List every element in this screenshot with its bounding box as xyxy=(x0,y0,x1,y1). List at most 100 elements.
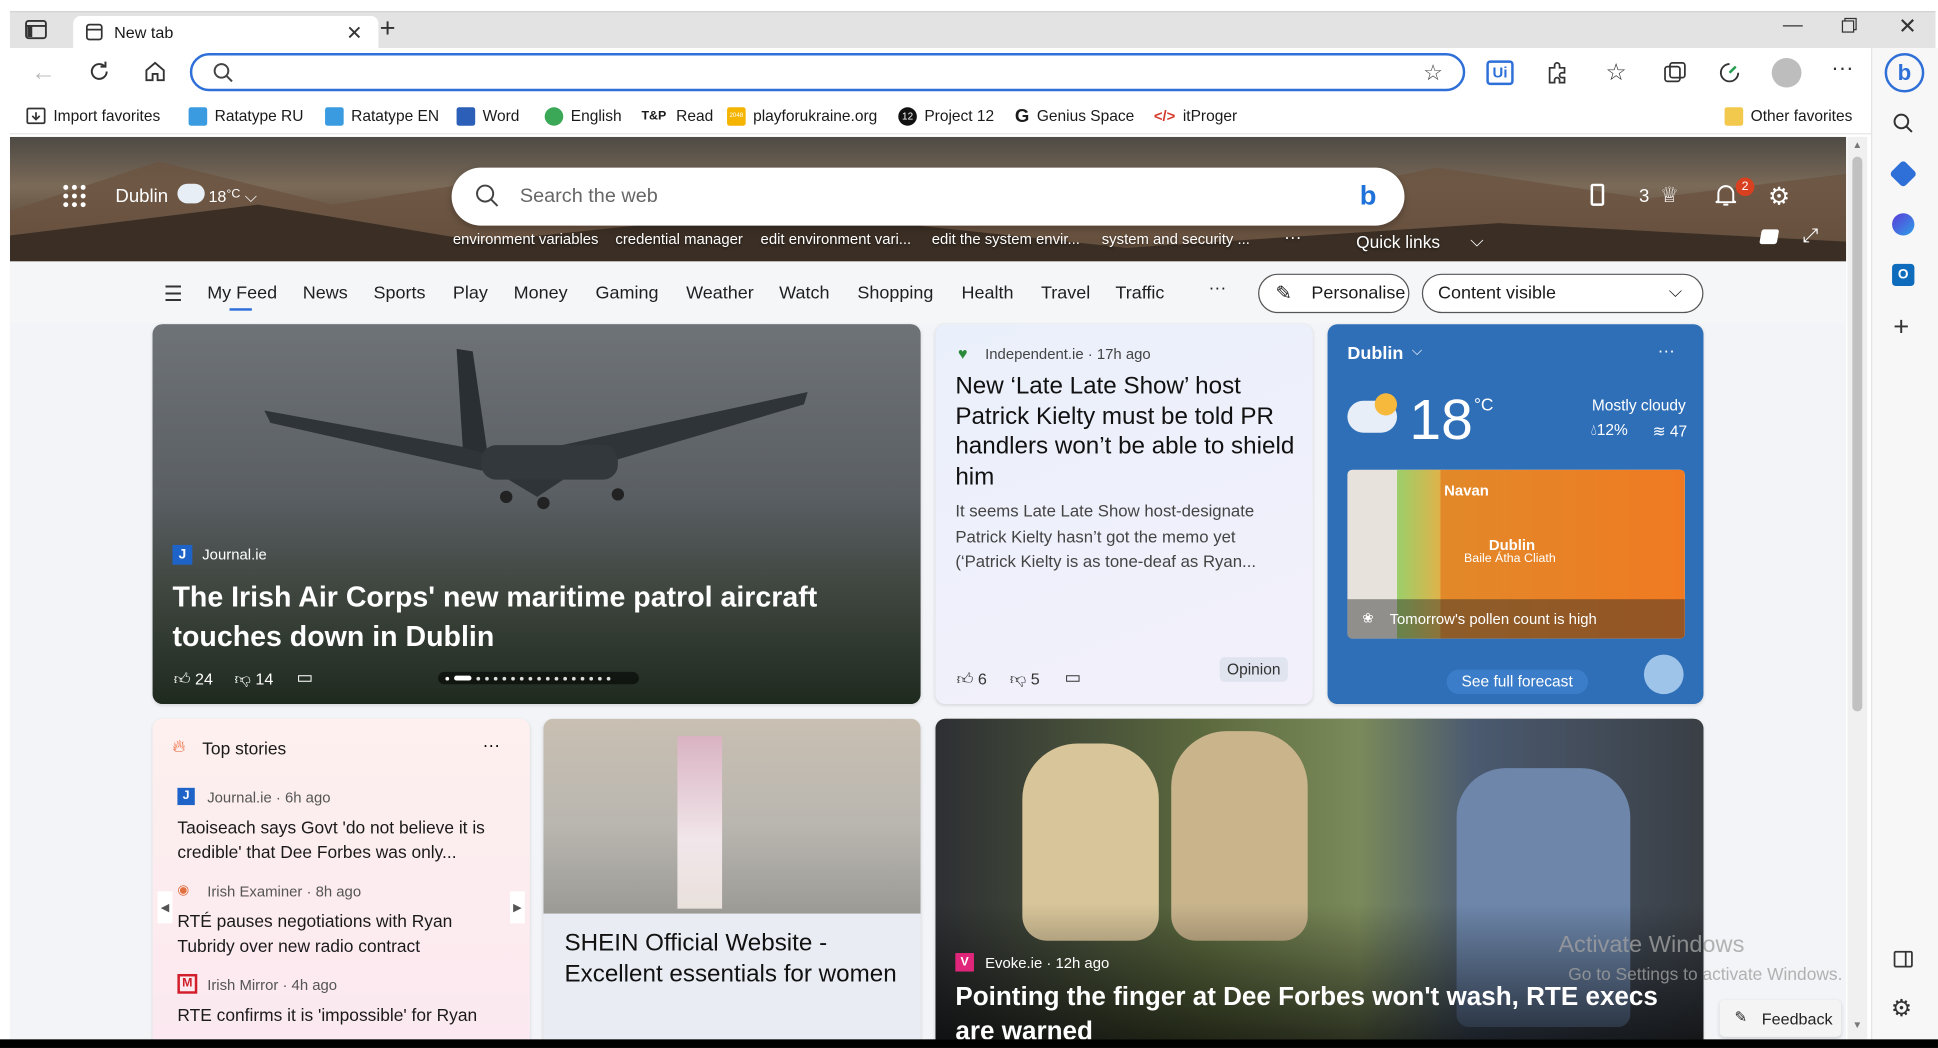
personalise-button[interactable]: ✎ Personalise xyxy=(1258,273,1410,314)
more-chips-button[interactable]: ··· xyxy=(1284,227,1301,247)
favorite-ratatype-ru[interactable]: Ratatype RU xyxy=(188,105,303,127)
article-title[interactable]: New ‘Late Late Show’ host Patrick Kielty… xyxy=(955,371,1305,492)
notification-bell-icon[interactable] xyxy=(1713,182,1738,207)
collections-icon[interactable] xyxy=(1663,60,1688,85)
search-chip[interactable]: environment variables xyxy=(453,231,599,248)
tab-new-tab[interactable]: New tab ✕ xyxy=(73,16,379,50)
close-tab-icon[interactable]: ✕ xyxy=(346,21,363,46)
hamburger-menu-icon[interactable]: ☰ xyxy=(164,282,183,307)
bing-logo-icon[interactable]: b xyxy=(1360,180,1377,212)
tab-weather[interactable]: Weather xyxy=(686,284,754,304)
see-forecast-button[interactable]: See full forecast xyxy=(1446,669,1588,695)
bing-copilot-icon[interactable]: b xyxy=(1884,53,1925,93)
extensions-puzzle-icon[interactable] xyxy=(1545,60,1570,85)
hero-title[interactable]: The Irish Air Corps' new maritime patrol… xyxy=(172,577,867,656)
weather-card[interactable]: Dublin ⌵ ··· 18 °C Mostly cloudy 💧︎12% ≋… xyxy=(1327,324,1704,704)
web-search-box[interactable]: Search the web b xyxy=(451,167,1405,226)
favorite-english[interactable]: English xyxy=(544,105,622,127)
ui-extension-icon[interactable]: Ui xyxy=(1486,60,1514,86)
story-title[interactable]: RTE confirms it is 'impossible' for Ryan xyxy=(177,1002,512,1027)
location-label[interactable]: Dublin xyxy=(115,186,168,207)
story-title[interactable]: Taoiseach says Govt 'do not believe it i… xyxy=(177,815,512,864)
sidebar-settings-icon[interactable]: ⚙ xyxy=(1891,995,1912,1023)
favorite-word[interactable]: Word xyxy=(456,105,519,127)
chevron-down-icon[interactable]: ⌵ xyxy=(1470,231,1483,252)
search-chip[interactable]: credential manager xyxy=(615,231,742,248)
search-chip[interactable]: edit the system envir... xyxy=(932,231,1080,248)
like-button[interactable]: 👍︎ 6 xyxy=(957,669,987,689)
page-scrollbar[interactable]: ▲ ▼ xyxy=(1847,136,1868,1040)
rewards-trophy-icon[interactable]: ♕ xyxy=(1660,184,1679,209)
address-bar[interactable]: ☆ xyxy=(189,53,1466,92)
sidebar-office-icon[interactable] xyxy=(1892,213,1915,236)
dislike-button[interactable]: 👎︎ 14 xyxy=(234,669,273,689)
add-favorite-star-icon[interactable]: ☆ xyxy=(1423,60,1443,86)
expand-icon[interactable]: ⤢ xyxy=(1803,226,1819,248)
favorite-read[interactable]: T&P Read xyxy=(641,105,713,127)
weather-assistant-icon[interactable] xyxy=(1643,654,1684,695)
tab-health[interactable]: Health xyxy=(962,284,1014,304)
profile-avatar[interactable] xyxy=(1771,57,1802,88)
favorite-ratatype-en[interactable]: Ratatype EN xyxy=(325,105,439,127)
search-chip[interactable]: edit environment vari... xyxy=(761,231,912,248)
sidebar-tools-icon[interactable] xyxy=(1889,159,1918,188)
evoke-news-card[interactable]: V Evoke.ie · 12h ago Pointing the finger… xyxy=(935,718,1704,1040)
favorite-project-12[interactable]: 12 Project 12 xyxy=(898,105,994,127)
sidebar-search-icon[interactable] xyxy=(1892,112,1914,134)
scrollbar-thumb[interactable] xyxy=(1852,156,1863,712)
content-visible-dropdown[interactable]: Content visible ⌵ xyxy=(1421,273,1704,314)
performance-icon[interactable] xyxy=(1717,60,1742,85)
dislike-button[interactable]: 👎︎ 5 xyxy=(1010,669,1040,689)
tab-money[interactable]: Money xyxy=(514,284,568,304)
home-icon[interactable] xyxy=(143,59,168,84)
weather-more-button[interactable]: ··· xyxy=(1658,340,1675,360)
favorite-genius-space[interactable]: G Genius Space xyxy=(1015,105,1134,127)
shein-ad-card[interactable]: SHEIN Official Website - Excellent essen… xyxy=(543,718,921,1040)
tab-actions-icon[interactable] xyxy=(25,20,47,40)
phone-icon[interactable] xyxy=(1590,183,1605,206)
evoke-title[interactable]: Pointing the finger at Dee Forbes won't … xyxy=(955,980,1699,1040)
sidebar-outlook-icon[interactable]: O xyxy=(1892,263,1915,287)
carousel-dots[interactable] xyxy=(437,671,639,685)
tab-travel[interactable]: Travel xyxy=(1041,284,1090,304)
article-card[interactable]: ♥ Independent.ie · 17h ago New ‘Late Lat… xyxy=(935,324,1313,704)
top-stories-more[interactable]: ··· xyxy=(483,735,500,755)
scroll-down-arrow-icon[interactable]: ▼ xyxy=(1852,1020,1862,1031)
favorite-itproger[interactable]: </> itProger xyxy=(1154,105,1237,127)
sidebar-add-icon[interactable]: + xyxy=(1893,311,1909,343)
pollen-map[interactable]: Navan Dublin Baile Átha Cliath ❀ Tomorro… xyxy=(1347,469,1685,639)
search-chip[interactable]: system and security ... xyxy=(1102,231,1250,248)
app-launcher-icon[interactable] xyxy=(62,184,87,209)
favorite-import[interactable]: Import favorites xyxy=(26,105,160,127)
header-temp[interactable]: 18°C ⌵ xyxy=(208,187,257,207)
feedback-button[interactable]: ✎ Feedback xyxy=(1719,999,1842,1037)
new-tab-plus-icon[interactable]: + xyxy=(380,12,396,44)
sidebar-panel-icon[interactable] xyxy=(1893,950,1913,968)
tab-my-feed[interactable]: My Feed xyxy=(207,284,277,304)
back-icon[interactable]: ← xyxy=(31,59,56,87)
tab-play[interactable]: Play xyxy=(453,284,488,304)
next-arrow-icon[interactable]: ▶ xyxy=(509,891,525,924)
refresh-icon[interactable] xyxy=(87,59,112,84)
weather-location[interactable]: Dublin xyxy=(1347,344,1403,364)
tab-traffic[interactable]: Traffic xyxy=(1115,284,1164,304)
background-edit-icon[interactable] xyxy=(1759,229,1780,245)
tab-news[interactable]: News xyxy=(303,284,348,304)
previous-arrow-icon[interactable]: ◀ xyxy=(157,891,173,924)
minimize-icon[interactable]: — xyxy=(1783,15,1803,37)
quick-links-toggle[interactable]: Quick links xyxy=(1356,232,1440,252)
nav-more-button[interactable]: ··· xyxy=(1208,279,1226,299)
favorites-icon[interactable]: ☆ xyxy=(1605,59,1626,87)
tab-shopping[interactable]: Shopping xyxy=(857,284,933,304)
comment-icon[interactable]: ▭ xyxy=(1065,667,1081,688)
close-window-icon[interactable]: ✕ xyxy=(1898,14,1917,40)
settings-more-icon[interactable]: ··· xyxy=(1831,55,1853,81)
page-settings-gear-icon[interactable]: ⚙ xyxy=(1768,181,1790,212)
rewards-count[interactable]: 3 xyxy=(1639,186,1649,207)
comment-icon[interactable]: ▭ xyxy=(297,667,313,688)
tab-watch[interactable]: Watch xyxy=(779,284,829,304)
story-title[interactable]: RTÉ pauses negotiations with Ryan Tubrid… xyxy=(177,909,512,958)
tab-sports[interactable]: Sports xyxy=(373,284,425,304)
other-favorites[interactable]: Other favorites xyxy=(1724,105,1852,127)
restore-icon[interactable] xyxy=(1841,17,1857,33)
